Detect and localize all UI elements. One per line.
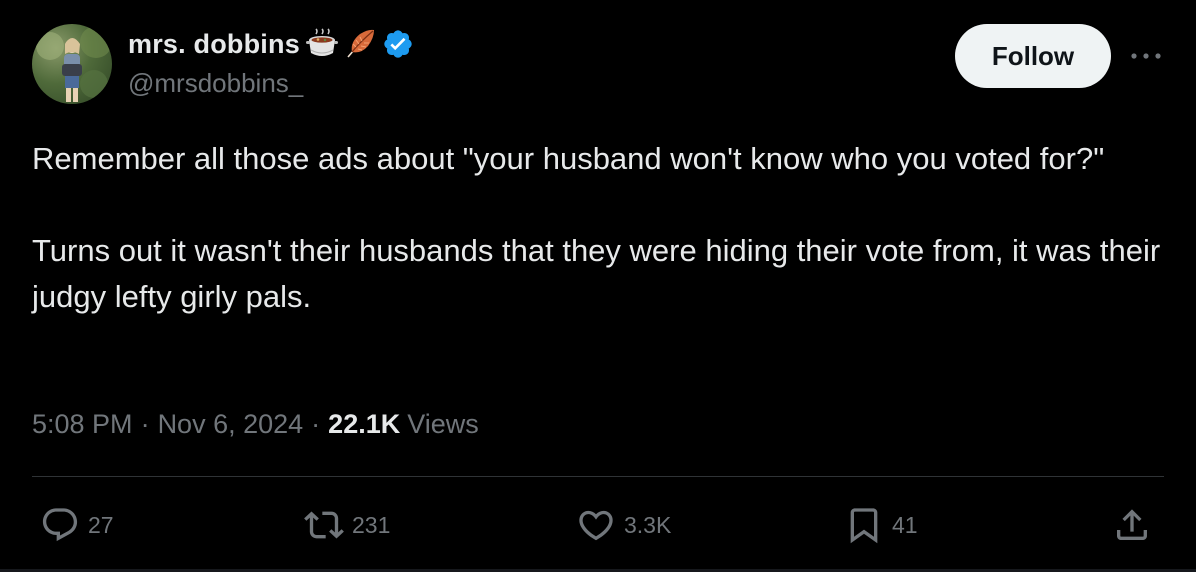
reply-count: 27 <box>88 511 114 538</box>
views-label[interactable]: Views <box>407 409 479 440</box>
share-icon <box>1117 509 1147 540</box>
author-name-row[interactable]: mrs. dobbins <box>128 26 414 62</box>
avatar[interactable] <box>32 24 112 104</box>
pot-of-food-emoji <box>305 28 338 60</box>
avatar-image <box>36 26 112 102</box>
views-count[interactable]: 22.1K <box>328 409 400 440</box>
reply-icon <box>42 508 78 542</box>
tweet-meta: 5:08 PM · Nov 6, 2024 · 22.1K Views <box>32 404 479 444</box>
tweet-card: mrs. dobbins @mrsdobbins_ Follow Remembe… <box>0 0 1196 572</box>
like-button[interactable]: 3.3K <box>576 500 671 550</box>
retweet-button[interactable]: 231 <box>304 500 390 550</box>
feather-emoji <box>344 28 376 60</box>
bookmark-button[interactable]: 41 <box>844 500 918 550</box>
bookmark-count: 41 <box>892 511 918 538</box>
meta-separator: · <box>311 408 321 439</box>
reply-button[interactable]: 27 <box>40 500 114 550</box>
like-count: 3.3K <box>624 511 672 538</box>
retweet-icon <box>304 511 344 539</box>
follow-button[interactable]: Follow <box>955 24 1111 88</box>
share-button[interactable] <box>1112 500 1152 550</box>
verified-badge-icon[interactable] <box>382 28 414 60</box>
heart-icon <box>579 510 613 541</box>
divider <box>32 476 1164 477</box>
meta-separator: · <box>140 408 150 439</box>
display-name[interactable]: mrs. dobbins <box>128 29 300 60</box>
author-handle[interactable]: @mrsdobbins_ <box>128 68 303 99</box>
action-bar: 27 231 3.3K 41 <box>32 500 1164 550</box>
tweet-date[interactable]: Nov 6, 2024 <box>158 409 304 440</box>
retweet-count: 231 <box>352 511 391 538</box>
tweet-text: Remember all those ads about "your husba… <box>32 141 1161 314</box>
bookmark-icon <box>850 508 878 544</box>
more-horizontal-icon[interactable] <box>1128 40 1164 72</box>
tweet-time[interactable]: 5:08 PM <box>32 409 133 440</box>
